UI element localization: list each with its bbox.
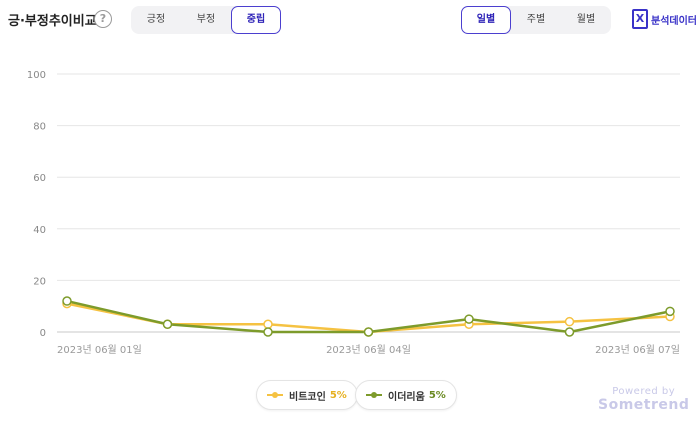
x-tick-label: 2023년 06월 07일 xyxy=(595,344,680,356)
chart-series xyxy=(62,296,675,337)
line-chart: 020406080100 2023년 06월 01일 2023년 06월 04일 2… xyxy=(27,70,680,356)
data-point-ethereum[interactable] xyxy=(665,306,675,317)
legend-share-ethereum: 5% xyxy=(428,389,446,401)
legend-item-ethereum[interactable]: 이더리움 5% xyxy=(355,380,457,410)
brand-name: Sometrend xyxy=(598,397,690,413)
x-tick-label: 2023년 06월 01일 xyxy=(57,344,142,356)
x-axis-ticks: 2023년 06월 01일 2023년 06월 04일 2023년 06월 07일 xyxy=(57,344,680,356)
legend-label-ethereum: 이더리움 xyxy=(388,391,425,403)
data-point-ethereum[interactable] xyxy=(363,327,374,337)
data-point-ethereum[interactable] xyxy=(62,296,72,306)
y-tick-label: 40 xyxy=(33,225,46,236)
legend-marker-bitcoin xyxy=(267,390,283,400)
chart-grid xyxy=(57,73,680,333)
data-point-bitcoin[interactable] xyxy=(564,316,575,327)
data-point-ethereum[interactable] xyxy=(162,319,173,330)
powered-by-text: Powered by xyxy=(612,386,676,397)
y-tick-label: 60 xyxy=(33,173,46,184)
y-axis-ticks: 0 20 40 60 80 100 xyxy=(27,70,46,339)
data-point-ethereum[interactable] xyxy=(263,327,273,337)
legend-label-bitcoin: 비트코인 xyxy=(289,391,326,403)
y-tick-label: 100 xyxy=(27,70,46,81)
y-tick-label: 80 xyxy=(33,122,46,133)
data-point-bitcoin[interactable] xyxy=(263,319,273,330)
y-tick-label: 0 xyxy=(40,328,46,339)
legend-share-bitcoin: 5% xyxy=(329,389,347,401)
data-point-ethereum[interactable] xyxy=(564,327,575,337)
x-tick-label: 2023년 06월 04일 xyxy=(326,344,411,356)
y-tick-label: 20 xyxy=(33,276,46,287)
legend-marker-ethereum xyxy=(366,390,382,400)
data-point-ethereum[interactable] xyxy=(464,314,474,324)
powered-by-logo: Powered by Sometrend xyxy=(598,386,689,413)
legend-item-bitcoin[interactable]: 비트코인 5% xyxy=(256,380,358,410)
